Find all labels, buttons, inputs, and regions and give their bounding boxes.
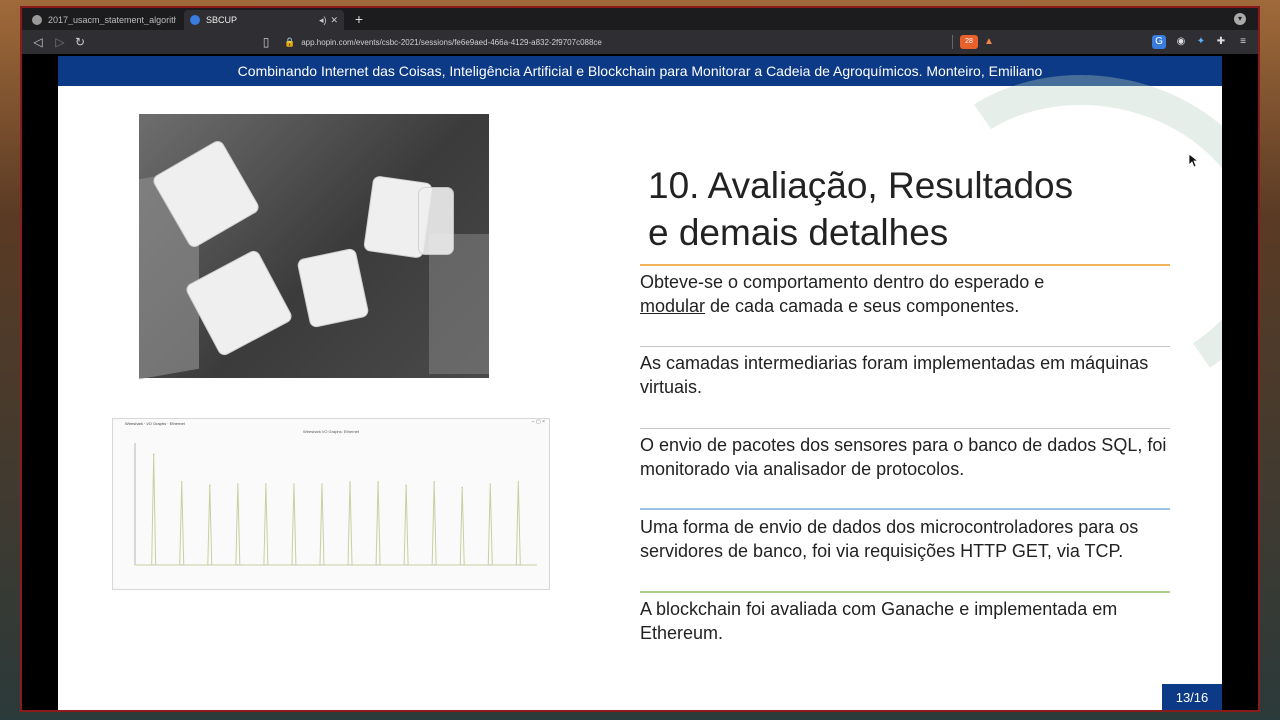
graph-window-controls: – ▢ × [531,419,545,425]
graph-subtitle: Wireshark I/O Graphs: Ethernet [302,429,360,434]
divider-gray [640,428,1170,429]
slide-title-line: 10. Avaliação, Resultados [648,165,1074,206]
url-divider [952,35,953,49]
photo-board [429,234,489,374]
cursor-arrow-icon [1188,153,1200,168]
navigation-toolbar: ◁ ▷ ↻ ▯ 🔒 app.hopin.com/events/csbc-2021… [22,30,1258,54]
bullet-2: As camadas intermediarias foram implemen… [640,353,1149,397]
tab-bar: 2017_usacm_statement_algorithms.pdf SBCU… [22,8,1258,30]
data-point [489,483,491,485]
divider-blue [640,508,1170,510]
back-icon[interactable]: ◁ [30,34,46,50]
hopin-favicon-icon [190,15,200,25]
tab-pdf[interactable]: 2017_usacm_statement_algorithms.pdf [26,10,182,30]
bullet-1-text-end: de cada camada e seus componentes. [705,296,1020,316]
new-tab-button[interactable]: + [350,10,368,28]
tab-label: SBCUP [206,15,238,25]
bullet-4: Uma forma de envio de dados dos microcon… [640,517,1139,561]
bullet-1: Obteve-se o comportamento dentro do espe… [640,270,1170,318]
data-point [153,453,155,455]
tab-menu-icon[interactable]: ▾ [1234,13,1246,25]
url-text: app.hopin.com/events/csbc-2021/sessions/… [301,37,602,47]
data-point [237,483,239,485]
graph-window-title: Wireshark · I/O Graphs · Ethernet [125,421,185,426]
divider-gray [640,346,1170,347]
slide-title: 10. Avaliação, Resultados e demais detal… [648,162,1148,256]
slide-page-number: 13/16 [1162,684,1222,710]
presentation-slide: Combinando Internet das Coisas, Inteligê… [58,56,1222,710]
data-point [405,484,407,486]
data-point [321,483,323,485]
close-tab-icon[interactable]: ✕ [330,15,338,26]
audio-icon[interactable]: ◂) [319,15,327,26]
graph-axes [134,443,537,566]
brave-badge: 28 [965,38,973,45]
data-point [293,483,295,485]
data-point [181,481,183,483]
reload-icon[interactable]: ↻ [72,34,88,50]
bullet-1-text: Obteve-se o comportamento dentro do espe… [640,272,1045,292]
puzzle-icon[interactable]: ✚ [1214,35,1228,49]
brave-rewards-icon[interactable]: ▲ [982,35,996,49]
globe-icon [32,15,42,25]
agrochemical-containers-photo [139,114,489,380]
container-jug [297,248,369,328]
forward-icon[interactable]: ▷ [52,34,68,50]
tab-sbcup[interactable]: SBCUP ◂) ✕ [184,10,344,30]
lock-icon: 🔒 [284,36,296,47]
data-point [209,484,211,486]
address-bar[interactable]: 🔒 app.hopin.com/events/csbc-2021/session… [278,33,998,51]
data-point [461,486,463,488]
data-point [433,481,435,483]
data-point [377,481,379,483]
data-point [349,481,351,483]
data-point [517,481,519,483]
menu-icon[interactable]: ≡ [1236,35,1250,49]
io-graph-plot [134,443,537,566]
video-stage: Combinando Internet das Coisas, Inteligê… [22,54,1258,710]
bullet-5: A blockchain foi avaliada com Ganache e … [640,599,1118,643]
bullet-1-underlined: modular [640,296,706,316]
container-jug [185,249,293,357]
translate-icon[interactable]: G [1152,35,1166,49]
tab-label: 2017_usacm_statement_algorithms.pdf [48,15,176,25]
bookmark-icon[interactable]: ▯ [258,34,274,50]
extension-network-icon[interactable]: ✦ [1194,35,1208,49]
divider-green [640,591,1170,593]
brave-shields-icon[interactable]: 28 [960,35,978,49]
io-graph-screenshot: Wireshark · I/O Graphs · Ethernet – ▢ × … [112,418,550,590]
divider-orange [640,264,1170,266]
container-jug [419,188,453,254]
lightbulb-icon[interactable]: ◉ [1174,35,1188,49]
data-point [265,483,267,485]
series-line [135,454,537,566]
browser-window: 2017_usacm_statement_algorithms.pdf SBCU… [20,6,1260,712]
bullet-3: O envio de pacotes dos sensores para o b… [640,435,1167,479]
slide-title-line: e demais detalhes [648,212,949,253]
